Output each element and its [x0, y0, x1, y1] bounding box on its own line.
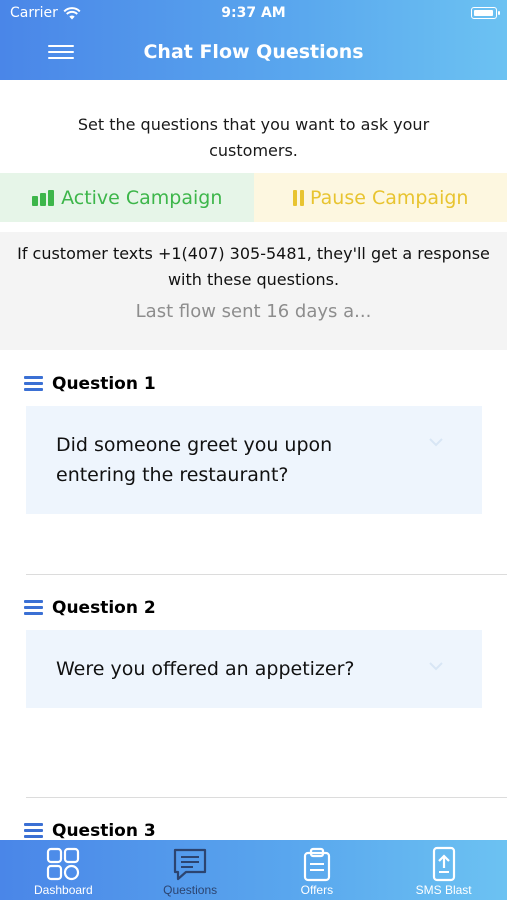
signal-bars-icon: [32, 189, 55, 206]
active-campaign-label: Active Campaign: [61, 186, 223, 209]
drag-handle-icon[interactable]: [24, 376, 43, 392]
bottom-tab-bar: Dashboard Questions Offers SMS Blast: [0, 840, 507, 900]
pause-campaign-button[interactable]: Pause Campaign: [253, 173, 507, 222]
chevron-down-icon[interactable]: [428, 660, 444, 672]
pause-icon: [293, 189, 305, 206]
tab-offers[interactable]: Offers: [254, 840, 381, 900]
tab-label: Offers: [300, 883, 334, 897]
clipboard-icon: [303, 847, 330, 882]
tab-questions[interactable]: Questions: [127, 840, 254, 900]
divider: [26, 797, 507, 798]
active-campaign-button[interactable]: Active Campaign: [0, 173, 254, 222]
tab-label: Dashboard: [34, 883, 93, 897]
phone-upload-icon: [432, 846, 455, 882]
question-text: Were you offered an appetizer?: [56, 658, 355, 680]
battery-icon: [471, 7, 500, 19]
question-text: Did someone greet you upon entering the …: [56, 434, 333, 486]
last-flow-text: Last flow sent 16 days a...: [135, 301, 372, 322]
question-label: Question 2: [52, 598, 156, 618]
tab-label: SMS Blast: [415, 883, 472, 897]
pause-campaign-label: Pause Campaign: [310, 186, 469, 209]
nav-bar: Chat Flow Questions: [0, 28, 507, 76]
status-bar: Carrier 9:37 AM: [0, 4, 507, 24]
question-header: Question 1: [24, 374, 156, 394]
info-panel: If customer texts +1(407) 305-5481, they…: [0, 232, 507, 350]
question-text-box[interactable]: Did someone greet you upon entering the …: [26, 406, 482, 514]
tab-dashboard[interactable]: Dashboard: [0, 840, 127, 900]
dashboard-icon: [47, 847, 80, 881]
drag-handle-icon[interactable]: [24, 823, 43, 839]
question-header: Question 2: [24, 598, 156, 618]
question-label: Question 1: [52, 374, 156, 394]
tab-label: Questions: [163, 883, 218, 897]
question-label: Question 3: [52, 821, 156, 841]
status-time: 9:37 AM: [221, 5, 286, 21]
question-header: Question 3: [24, 821, 156, 841]
app-header: Carrier 9:37 AM Chat Flow Questions: [0, 0, 507, 80]
question-text-box[interactable]: Were you offered an appetizer?: [26, 630, 482, 708]
page-title: Chat Flow Questions: [143, 41, 364, 63]
campaign-toggle-row: Active Campaign Pause Campaign: [0, 173, 507, 222]
chat-questions-icon: [174, 848, 207, 881]
chevron-down-icon[interactable]: [428, 436, 444, 448]
intro-text: Set the questions that you want to ask y…: [77, 115, 430, 160]
divider: [26, 574, 507, 575]
tab-sms-blast[interactable]: SMS Blast: [380, 840, 507, 900]
info-text: If customer texts +1(407) 305-5481, they…: [17, 244, 490, 289]
drag-handle-icon[interactable]: [24, 600, 43, 616]
